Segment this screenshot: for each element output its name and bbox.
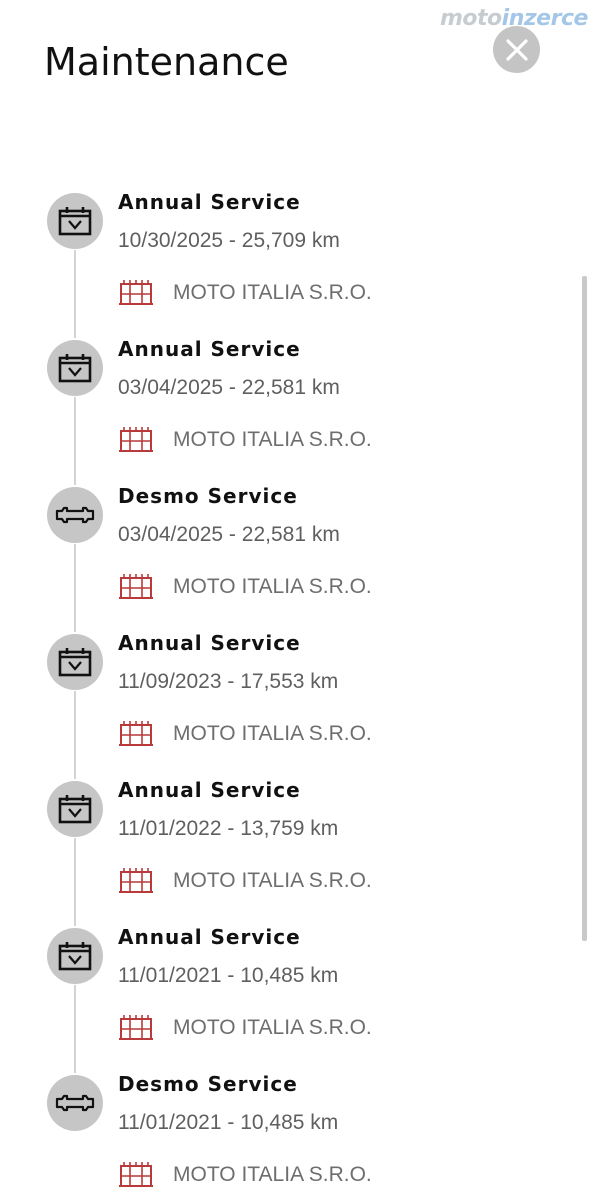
timeline-connector: [74, 250, 76, 338]
maintenance-entry[interactable]: Annual Service 11/09/2023 - 17,553 km MO…: [0, 631, 589, 779]
service-title: Annual Service: [118, 925, 301, 949]
dealer-building-icon: [119, 280, 153, 305]
wrench-icon: [55, 506, 95, 524]
timeline-connector: [74, 544, 76, 632]
service-date-mileage: 11/09/2023 - 17,553 km: [118, 670, 339, 693]
timeline-connector: [74, 397, 76, 485]
maintenance-entry[interactable]: Annual Service 11/01/2021 - 10,485 km MO…: [0, 925, 589, 1073]
service-date-mileage: 10/30/2025 - 25,709 km: [118, 229, 340, 252]
dealer-building-icon: [119, 1015, 153, 1040]
service-title: Desmo Service: [118, 1072, 298, 1096]
dealer-name: MOTO ITALIA S.R.O.: [173, 1163, 372, 1186]
dealer-building-icon: [119, 574, 153, 599]
calendar-check-icon: [58, 648, 92, 677]
dealer-building-icon: [119, 427, 153, 452]
maintenance-entry[interactable]: Desmo Service 03/04/2025 - 22,581 km MOT…: [0, 484, 589, 632]
close-button[interactable]: [493, 26, 540, 73]
dealer-name: MOTO ITALIA S.R.O.: [173, 428, 372, 451]
service-type-badge: [47, 193, 103, 249]
maintenance-timeline: Annual Service 10/30/2025 - 25,709 km MO…: [0, 190, 589, 1200]
service-type-badge: [47, 340, 103, 396]
calendar-check-icon: [58, 207, 92, 236]
timeline-connector: [74, 691, 76, 779]
dealer-name: MOTO ITALIA S.R.O.: [173, 869, 372, 892]
wrench-icon: [55, 1094, 95, 1112]
dealer-name: MOTO ITALIA S.R.O.: [173, 1016, 372, 1039]
service-title: Annual Service: [118, 337, 301, 361]
service-type-badge: [47, 781, 103, 837]
close-icon: [505, 38, 528, 61]
service-title: Desmo Service: [118, 484, 298, 508]
dealer-name: MOTO ITALIA S.R.O.: [173, 281, 372, 304]
service-date-mileage: 03/04/2025 - 22,581 km: [118, 376, 340, 399]
calendar-check-icon: [58, 795, 92, 824]
service-title: Annual Service: [118, 190, 301, 214]
service-type-badge: [47, 1075, 103, 1131]
watermark-part-1: moto: [440, 6, 502, 31]
maintenance-entry[interactable]: Desmo Service 11/01/2021 - 10,485 km MOT…: [0, 1072, 589, 1200]
page-title: Maintenance: [44, 40, 289, 84]
service-date-mileage: 11/01/2022 - 13,759 km: [118, 817, 339, 840]
dealer-name: MOTO ITALIA S.R.O.: [173, 722, 372, 745]
service-date-mileage: 11/01/2021 - 10,485 km: [118, 1111, 339, 1134]
service-title: Annual Service: [118, 631, 301, 655]
maintenance-entry[interactable]: Annual Service 10/30/2025 - 25,709 km MO…: [0, 190, 589, 338]
maintenance-entry[interactable]: Annual Service 11/01/2022 - 13,759 km MO…: [0, 778, 589, 926]
maintenance-entry[interactable]: Annual Service 03/04/2025 - 22,581 km MO…: [0, 337, 589, 485]
service-date-mileage: 11/01/2021 - 10,485 km: [118, 964, 339, 987]
dealer-name: MOTO ITALIA S.R.O.: [173, 575, 372, 598]
service-date-mileage: 03/04/2025 - 22,581 km: [118, 523, 340, 546]
service-type-badge: [47, 928, 103, 984]
calendar-check-icon: [58, 942, 92, 971]
service-type-badge: [47, 487, 103, 543]
dealer-building-icon: [119, 721, 153, 746]
service-title: Annual Service: [118, 778, 301, 802]
service-type-badge: [47, 634, 103, 690]
dealer-building-icon: [119, 868, 153, 893]
dealer-building-icon: [119, 1162, 153, 1187]
timeline-connector: [74, 985, 76, 1073]
calendar-check-icon: [58, 354, 92, 383]
timeline-connector: [74, 838, 76, 926]
